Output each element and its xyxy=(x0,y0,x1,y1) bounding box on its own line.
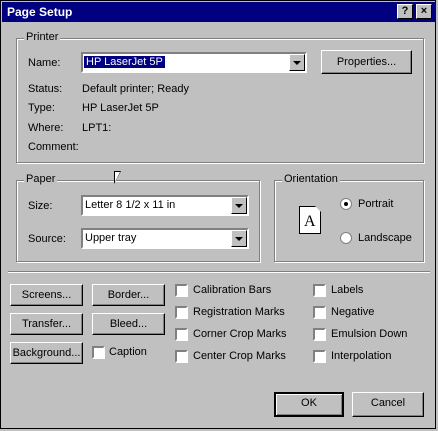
chevron-down-icon[interactable] xyxy=(289,54,305,71)
labels-checkbox[interactable] xyxy=(313,284,326,297)
caption-checkbox[interactable] xyxy=(92,346,105,359)
registration-marks-label[interactable]: Registration Marks xyxy=(193,306,285,318)
paper-group: Paper xyxy=(16,173,260,262)
interpolation-label[interactable]: Interpolation xyxy=(331,350,392,362)
type-value: HP LaserJet 5P xyxy=(82,102,159,114)
printer-name-value: HP LaserJet 5P xyxy=(84,56,165,68)
center-crop-marks-checkbox[interactable] xyxy=(175,350,188,363)
paper-size-select[interactable]: Letter 8 1/2 x 11 in xyxy=(81,195,249,216)
window-title: Page Setup xyxy=(7,5,73,19)
type-label: Type: xyxy=(28,102,55,114)
landscape-radio[interactable] xyxy=(340,232,352,244)
printer-name-select[interactable]: HP LaserJet 5P xyxy=(81,52,307,73)
landscape-label[interactable]: Landscape xyxy=(358,232,412,244)
screens-button[interactable]: Screens... xyxy=(10,284,83,306)
emulsion-down-label[interactable]: Emulsion Down xyxy=(331,328,407,340)
orientation-group: Orientation xyxy=(274,173,424,262)
where-value: LPT1: xyxy=(82,122,112,134)
portrait-radio[interactable] xyxy=(340,198,352,210)
negative-checkbox[interactable] xyxy=(313,306,326,319)
portrait-label[interactable]: Portrait xyxy=(358,198,393,210)
paper-legend: Paper xyxy=(24,173,58,185)
calibration-bars-label[interactable]: Calibration Bars xyxy=(193,284,271,296)
cancel-button[interactable]: Cancel xyxy=(352,392,424,417)
source-label: Source: xyxy=(28,233,66,245)
corner-crop-marks-label[interactable]: Corner Crop Marks xyxy=(193,328,287,340)
background-button[interactable]: Background... xyxy=(10,342,83,364)
title-bar[interactable]: Page Setup ? × xyxy=(2,2,436,22)
emulsion-down-checkbox[interactable] xyxy=(313,328,326,341)
interpolation-checkbox[interactable] xyxy=(313,350,326,363)
negative-label[interactable]: Negative xyxy=(331,306,374,318)
chevron-down-icon[interactable] xyxy=(231,230,247,247)
bleed-button[interactable]: Bleed... xyxy=(92,313,165,335)
close-button[interactable]: × xyxy=(416,4,432,19)
status-value: Default printer; Ready xyxy=(82,83,189,95)
status-label: Status: xyxy=(28,83,63,95)
properties-button-label: Properties... xyxy=(336,56,397,68)
properties-button[interactable]: Properties... xyxy=(321,50,412,74)
size-label: Size: xyxy=(28,200,53,212)
labels-label[interactable]: Labels xyxy=(331,284,363,296)
mouse-pointer-icon xyxy=(114,171,121,184)
calibration-bars-checkbox[interactable] xyxy=(175,284,188,297)
printer-name-label: Name: xyxy=(28,57,61,69)
border-button[interactable]: Border... xyxy=(92,284,165,306)
paper-source-select[interactable]: Upper tray xyxy=(81,228,249,249)
orientation-legend: Orientation xyxy=(282,173,340,185)
chevron-down-icon[interactable] xyxy=(231,197,247,214)
comment-label: Comment: xyxy=(28,141,79,153)
portrait-page-icon: A xyxy=(299,206,321,234)
where-label: Where: xyxy=(28,122,64,134)
transfer-button[interactable]: Transfer... xyxy=(10,313,83,335)
caption-label[interactable]: Caption xyxy=(109,346,147,358)
ok-button[interactable]: OK xyxy=(274,392,344,417)
separator xyxy=(8,271,430,273)
page-setup-dialog: Page Setup ? × Printer Name: HP LaserJet… xyxy=(0,0,436,429)
paper-source-value: Upper tray xyxy=(85,232,137,244)
help-button[interactable]: ? xyxy=(397,4,413,19)
corner-crop-marks-checkbox[interactable] xyxy=(175,328,188,341)
paper-size-value: Letter 8 1/2 x 11 in xyxy=(85,199,176,211)
center-crop-marks-label[interactable]: Center Crop Marks xyxy=(193,350,286,362)
printer-legend: Printer xyxy=(24,31,61,43)
registration-marks-checkbox[interactable] xyxy=(175,306,188,319)
